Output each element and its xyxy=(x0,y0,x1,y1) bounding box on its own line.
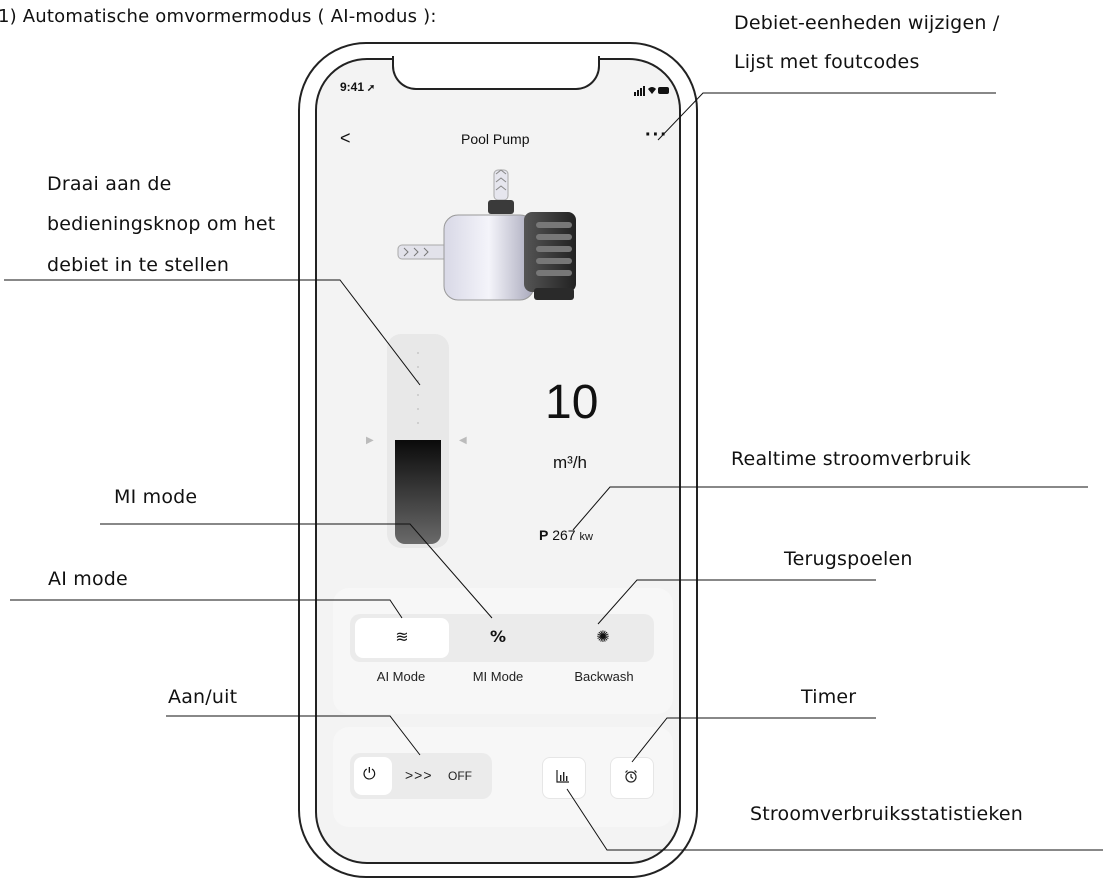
slider-tick xyxy=(417,380,419,382)
note-knob-1: Draai aan de xyxy=(47,173,172,195)
power-reading: P 267 kw xyxy=(539,527,593,543)
slider-right-marker-icon: ◀ xyxy=(459,435,467,446)
note-backwash: Terugspoelen xyxy=(784,548,913,570)
page-heading: 1) Automatische omvormermodus ( AI-modus… xyxy=(0,6,437,27)
note-realtime-power: Realtime stroomverbruik xyxy=(731,448,971,470)
slider-tick xyxy=(417,352,419,354)
mode-label-backwash[interactable]: Backwash xyxy=(559,669,649,684)
slider-tick xyxy=(417,422,419,424)
status-icons xyxy=(634,81,670,100)
note-knob-3: debiet in te stellen xyxy=(47,254,230,276)
back-button[interactable]: < xyxy=(340,128,351,149)
alarm-clock-icon[interactable] xyxy=(624,769,638,783)
status-time: 9:41 ➚ xyxy=(340,80,376,94)
note-ai-mode: AI mode xyxy=(48,568,128,590)
mode-label-mi[interactable]: MI Mode xyxy=(453,669,543,684)
phone-notch xyxy=(392,56,600,90)
swipe-arrows-icon: >>> xyxy=(405,767,433,783)
pump-illustration-icon xyxy=(397,169,576,301)
slider-left-marker-icon: ▶ xyxy=(366,435,374,446)
page-title: Pool Pump xyxy=(461,131,530,147)
slider-tick xyxy=(417,394,419,396)
signal-wifi-battery-icon xyxy=(634,86,669,96)
slider-tick xyxy=(417,408,419,410)
slider-tick xyxy=(417,366,419,368)
flow-value: 10 xyxy=(545,376,599,429)
note-power-toggle: Aan/uit xyxy=(168,686,238,708)
power-prefix: P xyxy=(539,527,549,543)
note-stats: Stroomverbruiksstatistieken xyxy=(750,803,1023,825)
flow-slider-fill xyxy=(395,440,441,544)
power-unit: kw xyxy=(579,531,593,543)
flow-unit: m³/h xyxy=(553,453,587,472)
note-mi-mode: MI mode xyxy=(114,486,198,508)
note-flow-units-1: Debiet-eenheden wijzigen / xyxy=(734,12,1000,34)
power-value: 267 xyxy=(552,527,576,543)
note-flow-units-2: Lijst met foutcodes xyxy=(734,51,920,73)
percent-icon[interactable]: % xyxy=(478,627,518,646)
power-state: OFF xyxy=(448,769,472,783)
note-timer: Timer xyxy=(801,686,857,708)
more-options-button[interactable]: ··· xyxy=(645,124,668,147)
note-knob-2: bedieningsknop om het xyxy=(47,213,276,235)
waves-icon[interactable]: ≋ xyxy=(382,627,422,646)
power-icon[interactable]: ⏻ xyxy=(363,764,376,784)
bar-chart-icon[interactable] xyxy=(556,769,570,783)
mode-label-ai[interactable]: AI Mode xyxy=(356,669,446,684)
backwash-icon[interactable]: ✺ xyxy=(583,627,623,646)
